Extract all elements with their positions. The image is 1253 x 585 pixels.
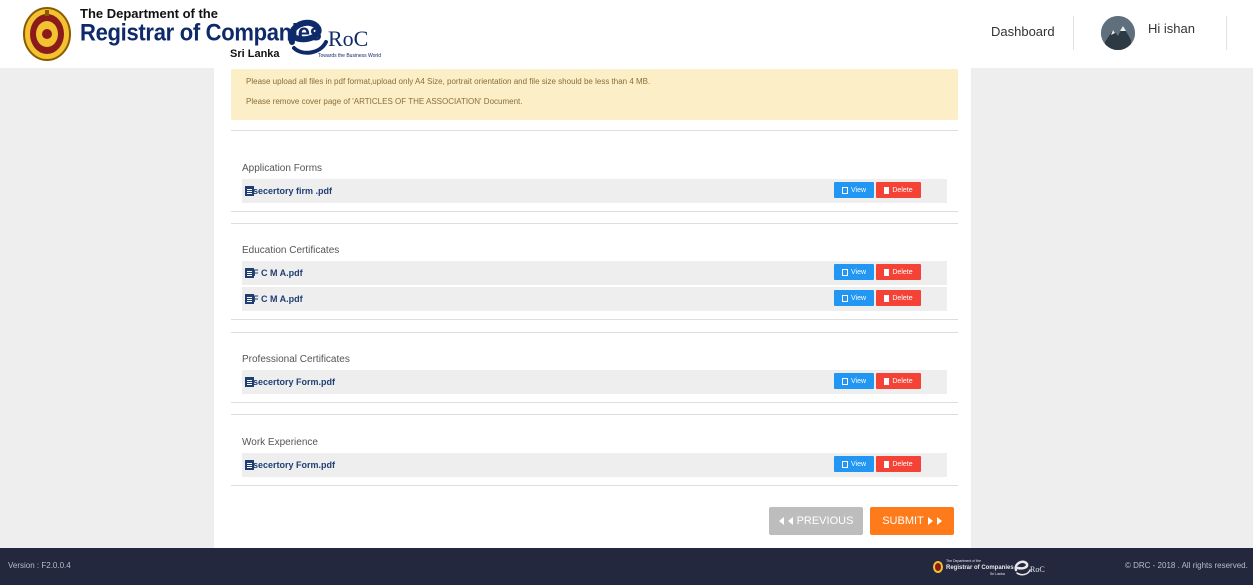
divider (231, 319, 958, 320)
divider (231, 485, 958, 486)
svg-text:Towards the Business World: Towards the Business World (318, 53, 381, 59)
section-title-application-forms: Application Forms (242, 163, 323, 174)
submit-button[interactable]: SUBMIT (870, 507, 954, 535)
svg-text:RoC: RoC (1030, 565, 1045, 574)
notice-line: Please remove cover page of 'ARTICLES OF… (246, 97, 523, 106)
divider (231, 402, 958, 403)
divider (231, 211, 958, 212)
notice-line: Please upload all files in pdf format,up… (246, 77, 651, 86)
section-title-professional-certificates: Professional Certificates (242, 354, 350, 365)
user-avatar[interactable] (1101, 16, 1135, 50)
double-chevron-right-icon (927, 517, 933, 525)
document-icon (841, 377, 848, 385)
version-label: Version : F2.0.0.4 (8, 561, 71, 570)
nav-divider (1073, 16, 1074, 50)
delete-button[interactable]: Delete (876, 182, 921, 198)
delete-button[interactable]: Delete (876, 373, 921, 389)
delete-button[interactable]: Delete (876, 290, 921, 306)
file-name-link[interactable]: secertory firm .pdf (253, 186, 332, 196)
section-title-work-experience: Work Experience (242, 437, 318, 448)
trash-icon (884, 294, 890, 302)
file-name-link[interactable]: secertory Form.pdf (253, 460, 335, 470)
document-icon (841, 186, 848, 194)
site-logo[interactable]: The Department of the Registrar of Compa… (22, 4, 402, 64)
delete-button[interactable]: Delete (876, 264, 921, 280)
document-icon (841, 460, 848, 468)
nav-dashboard-link[interactable]: Dashboard (991, 24, 1055, 39)
svg-text:RoC: RoC (328, 26, 368, 51)
file-row: F C M A.pdf View Delete (242, 261, 947, 285)
eroc-logo-icon: RoC Towards the Business World (288, 19, 381, 59)
documents-panel: Please upload all files in pdf format,up… (214, 68, 971, 548)
file-row: secertory firm .pdf View Delete (242, 179, 947, 203)
view-button[interactable]: View (834, 373, 874, 389)
brand-country: Sri Lanka (230, 48, 280, 60)
upload-notice: Please upload all files in pdf format,up… (231, 69, 958, 120)
copyright-text: © DRC - 2018 . All rights reserved. (1125, 561, 1248, 570)
file-name-link[interactable]: secertory Form.pdf (253, 377, 335, 387)
top-header: The Department of the Registrar of Compa… (0, 0, 1253, 68)
trash-icon (884, 460, 890, 468)
double-chevron-left-icon (778, 517, 784, 525)
svg-text:Registrar of Companies: Registrar of Companies (946, 565, 1014, 571)
file-row: F C M A.pdf View Delete (242, 287, 947, 311)
document-icon (841, 268, 848, 276)
svg-text:Sri Lanka: Sri Lanka (990, 572, 1005, 576)
divider (231, 130, 958, 131)
avatar-image-icon (1101, 16, 1135, 50)
trash-icon (884, 377, 890, 385)
divider (231, 414, 958, 415)
section-title-education-certificates: Education Certificates (242, 245, 340, 256)
document-icon (841, 294, 848, 302)
file-row: secertory Form.pdf View Delete (242, 370, 947, 394)
file-name-link[interactable]: F C M A.pdf (253, 268, 303, 278)
previous-button[interactable]: PREVIOUS (769, 507, 863, 535)
view-button[interactable]: View (834, 456, 874, 472)
footer-logo-icon: The Department of the Registrar of Compa… (933, 559, 1045, 576)
user-greeting[interactable]: Hi ishan (1148, 21, 1195, 36)
delete-button[interactable]: Delete (876, 456, 921, 472)
nav-divider (1226, 16, 1227, 50)
trash-icon (884, 268, 890, 276)
file-name-link[interactable]: F C M A.pdf (253, 294, 303, 304)
page-footer: Version : F2.0.0.4 The Department of the… (0, 548, 1253, 585)
sri-lanka-emblem-icon (23, 7, 71, 61)
view-button[interactable]: View (834, 264, 874, 280)
view-button[interactable]: View (834, 182, 874, 198)
divider (231, 332, 958, 333)
divider (231, 223, 958, 224)
view-button[interactable]: View (834, 290, 874, 306)
trash-icon (884, 186, 890, 194)
file-row: secertory Form.pdf View Delete (242, 453, 947, 477)
svg-text:The Department of the: The Department of the (946, 559, 981, 563)
